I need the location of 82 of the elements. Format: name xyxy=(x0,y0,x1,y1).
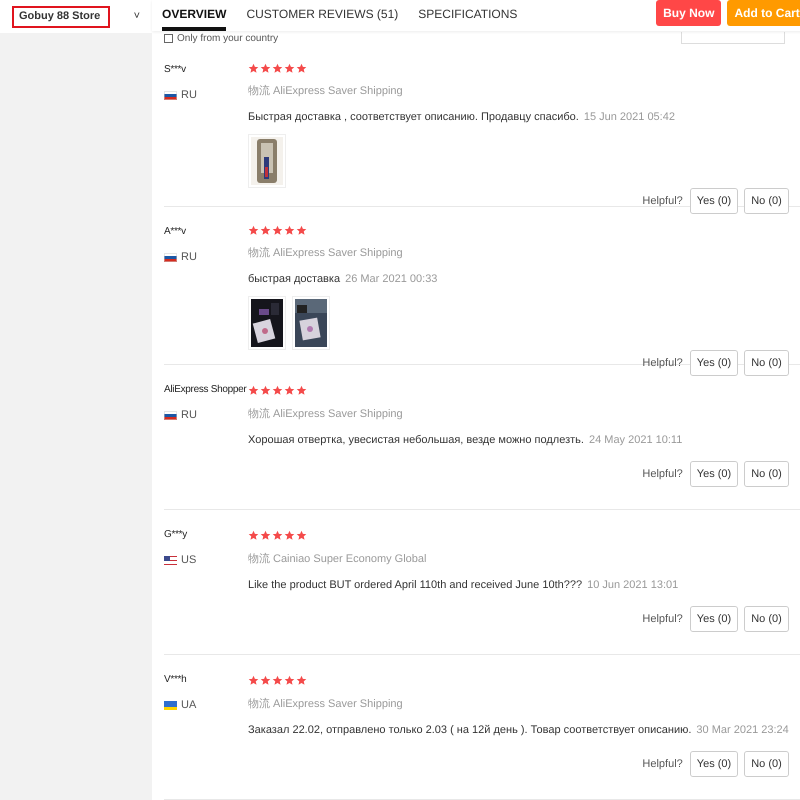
review-text: Хорошая отвертка, увесистая небольшая, везде можно подлезть. xyxy=(248,432,584,448)
star-icon xyxy=(296,384,307,396)
reviewer-name: AliExpress Shopper xyxy=(164,383,246,397)
helpful-label: Helpful? xyxy=(642,356,683,371)
helpful-label: Helpful? xyxy=(642,756,683,772)
star-icon xyxy=(260,63,271,74)
yes-button[interactable]: Yes (0) xyxy=(690,350,738,376)
logistics-label: 物流 xyxy=(248,84,270,99)
shipping-method: AliExpress Saver Shipping xyxy=(273,246,403,261)
star-icon xyxy=(296,674,307,686)
tab[interactable]: CUSTOMER REVIEWS (51) xyxy=(246,0,398,31)
store-selector[interactable]: Gobuy 88 Store xyxy=(12,6,110,28)
shipping-method: AliExpress Saver Shipping xyxy=(273,84,403,99)
review-text: Быстрая доставка , соответствует описанию. Продавцу спасибо. xyxy=(248,110,579,124)
star-icon xyxy=(248,63,259,74)
helpful-label: Helpful? xyxy=(642,612,683,627)
review-date: 10 Jun 2021 13:01 xyxy=(587,578,678,592)
reviewer-name: V***h xyxy=(164,673,186,687)
star-icon xyxy=(248,225,259,236)
caret-icon[interactable]: ˅ xyxy=(134,8,140,25)
star-icon xyxy=(260,384,271,396)
star-icon xyxy=(296,530,307,540)
reviewer-name: A***v xyxy=(164,225,186,239)
star-icon xyxy=(284,674,295,686)
shipping-method: AliExpress Saver Shipping xyxy=(273,697,403,712)
country-code: RU xyxy=(181,408,197,423)
star-icon xyxy=(272,384,283,396)
star-icon xyxy=(260,674,271,686)
country-code: US xyxy=(181,553,196,568)
no-button[interactable]: No (0) xyxy=(744,606,789,632)
helpful-label: Helpful? xyxy=(642,466,683,482)
star-icon xyxy=(296,63,307,74)
star-icon xyxy=(272,225,283,236)
flag-icon xyxy=(164,90,177,100)
flag-icon xyxy=(164,252,177,262)
star-icon xyxy=(272,674,283,686)
review-text: быстрая доставка xyxy=(248,272,340,286)
filter-label[interactable]: Only from your country xyxy=(177,30,278,46)
country-code: RU xyxy=(181,88,197,103)
review-date: 30 Mar 2021 23:24 xyxy=(696,722,789,738)
review-date: 15 Jun 2021 05:42 xyxy=(584,110,675,124)
reviewer-name: S***v xyxy=(164,63,186,77)
no-button[interactable]: No (0) xyxy=(744,461,789,487)
star-icon xyxy=(260,225,271,236)
star-icon xyxy=(284,225,295,236)
star-icon xyxy=(284,384,295,396)
star-icon xyxy=(248,530,259,540)
review-date: 26 Mar 2021 00:33 xyxy=(345,272,438,286)
shipping-method: AliExpress Saver Shipping xyxy=(273,407,403,422)
review-date: 24 May 2021 10:11 xyxy=(588,432,682,448)
flag-icon xyxy=(164,410,177,420)
logistics-label: 物流 xyxy=(248,406,270,422)
helpful-label: Helpful? xyxy=(642,194,683,209)
no-button[interactable]: No (0) xyxy=(744,350,789,376)
flag-icon xyxy=(164,556,177,565)
star-icon xyxy=(296,225,307,236)
logistics-label: 物流 xyxy=(248,552,270,567)
yes-button[interactable]: Yes (0) xyxy=(690,751,738,777)
tab[interactable]: SPECIFICATIONS xyxy=(418,0,518,31)
logistics-label: 物流 xyxy=(248,246,270,261)
yes-button[interactable]: Yes (0) xyxy=(690,188,738,214)
star-icon xyxy=(248,674,259,686)
no-button[interactable]: No (0) xyxy=(744,188,789,214)
star-icon xyxy=(260,530,271,540)
star-icon xyxy=(284,530,295,540)
star-icon xyxy=(248,384,259,396)
star-icon xyxy=(272,530,283,540)
no-button[interactable]: No (0) xyxy=(744,751,789,777)
flag-icon xyxy=(164,700,177,710)
review-text: Заказал 22.02, отправлено только 2.03 ( на 12й день ). Товар соответствует описанию. xyxy=(248,722,692,738)
yes-button[interactable]: Yes (0) xyxy=(690,606,738,632)
logistics-label: 物流 xyxy=(248,696,270,712)
star-icon xyxy=(272,63,283,74)
tab[interactable]: OVERVIEW xyxy=(162,0,226,31)
country-code: UA xyxy=(181,698,196,713)
checkbox[interactable] xyxy=(164,34,173,42)
star-icon xyxy=(284,63,295,74)
reviewer-name: G***y xyxy=(164,528,187,542)
yes-button[interactable]: Yes (0) xyxy=(690,461,738,487)
country-code: RU xyxy=(181,250,197,265)
review-text: Like the product BUT ordered April 110th and received June 10th??? xyxy=(248,578,582,592)
shipping-method: Cainiao Super Economy Global xyxy=(273,552,426,567)
